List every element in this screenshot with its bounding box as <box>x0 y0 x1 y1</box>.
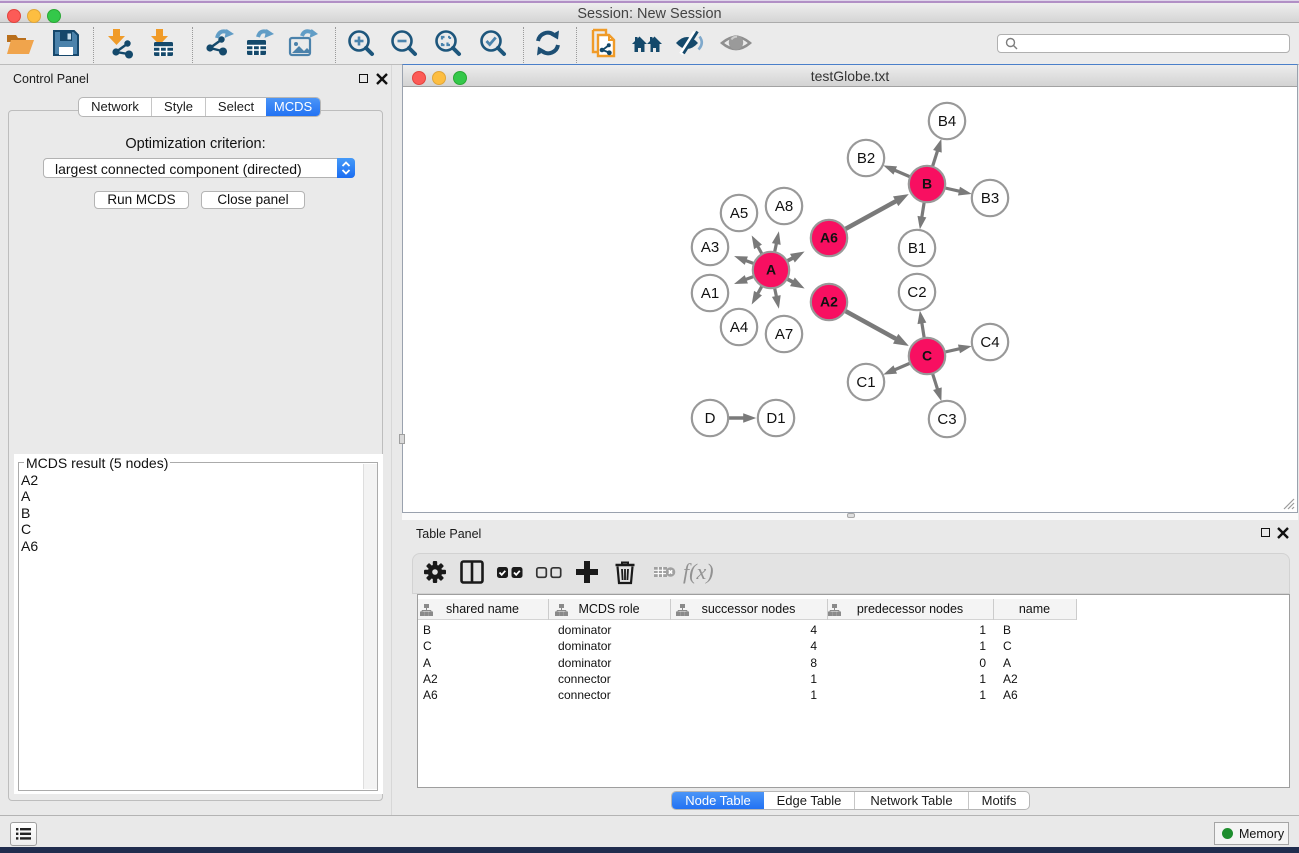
svg-text:C1: C1 <box>856 374 875 391</box>
svg-text:B3: B3 <box>981 190 999 207</box>
svg-text:B: B <box>922 176 932 192</box>
svg-text:A6: A6 <box>820 230 838 246</box>
svg-text:D: D <box>705 410 716 427</box>
svg-text:B1: B1 <box>908 240 926 257</box>
svg-text:C: C <box>922 348 932 364</box>
svg-text:A5: A5 <box>730 205 748 222</box>
svg-text:A7: A7 <box>775 326 793 343</box>
svg-text:A3: A3 <box>701 239 719 256</box>
svg-text:A: A <box>766 262 776 278</box>
svg-text:B4: B4 <box>938 113 956 130</box>
svg-text:A8: A8 <box>775 198 793 215</box>
svg-text:C3: C3 <box>937 411 956 428</box>
svg-text:A4: A4 <box>730 319 748 336</box>
svg-text:A2: A2 <box>820 294 838 310</box>
svg-text:A1: A1 <box>701 285 719 302</box>
svg-text:D1: D1 <box>766 410 785 427</box>
svg-text:C2: C2 <box>907 284 926 301</box>
svg-text:C4: C4 <box>980 334 999 351</box>
svg-text:B2: B2 <box>857 150 875 167</box>
